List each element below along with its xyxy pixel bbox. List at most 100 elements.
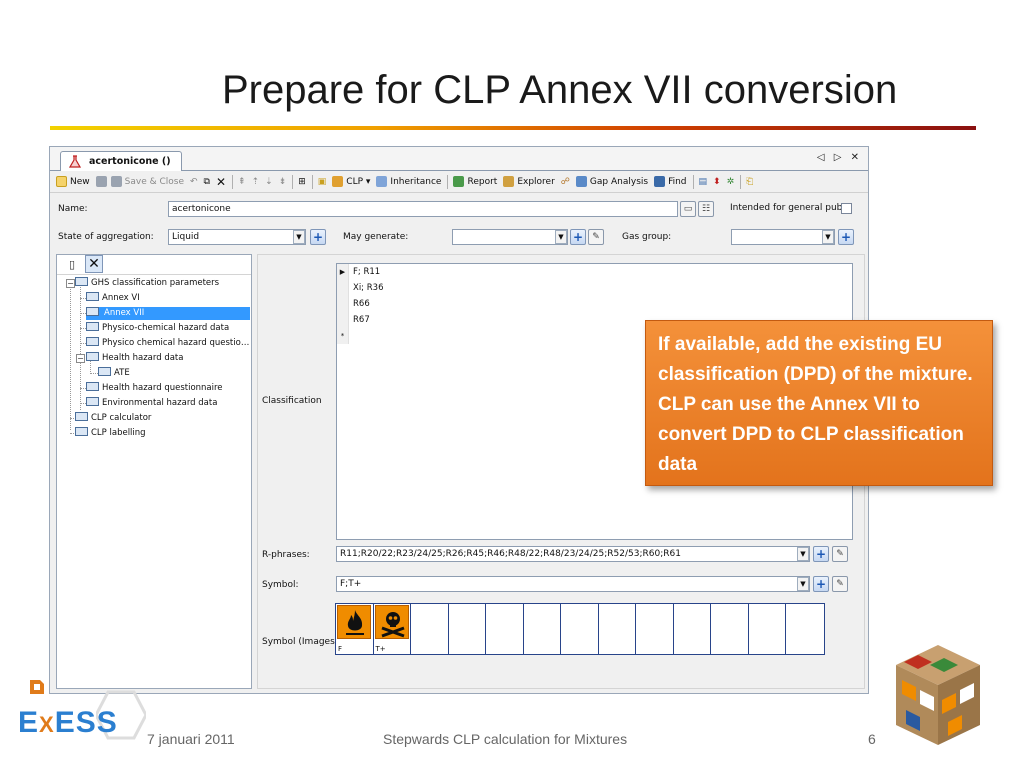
tree-item[interactable]: Health hazard questionnaire — [86, 382, 223, 395]
chevron-down-icon[interactable]: ▼ — [797, 577, 809, 591]
lock-icon[interactable]: ▣ — [318, 177, 327, 187]
chevron-down-icon[interactable]: ▼ — [293, 230, 305, 244]
footer-date: 7 januari 2011 — [147, 731, 235, 747]
move-bottom-icon[interactable]: ⇟ — [279, 177, 287, 187]
copy-icon[interactable]: ⧉ — [204, 177, 210, 187]
symbol-image-cell[interactable] — [636, 604, 674, 654]
collapse-icon[interactable]: − — [66, 279, 75, 288]
tree-item[interactable]: GHS classification parameters — [75, 277, 219, 290]
document-icon[interactable]: ▤ — [699, 177, 708, 187]
gas-group-label: Gas group: — [622, 232, 672, 242]
symbol-image-cell[interactable]: F — [336, 604, 374, 654]
tree-item[interactable]: Annex VI — [86, 292, 140, 305]
explorer-button-label: Explorer — [517, 176, 555, 187]
symbol-image-cell[interactable]: T+ — [374, 604, 411, 654]
exit-icon[interactable]: ⎗ — [746, 177, 753, 187]
footer-title: Stepwards CLP calculation for Mixtures — [383, 731, 628, 747]
symbol-image-cell[interactable] — [674, 604, 711, 654]
clp-button[interactable]: CLP ▾ — [332, 176, 370, 187]
symbol-field[interactable]: F;T+ — [336, 576, 810, 592]
hazard-cube-icon — [896, 645, 980, 745]
tree-item[interactable]: CLP labelling — [75, 427, 146, 440]
inheritance-button[interactable]: Inheritance — [376, 176, 441, 187]
chevron-down-icon[interactable]: ▼ — [797, 547, 809, 561]
tree-item[interactable]: Health hazard data — [86, 352, 183, 365]
may-generate-edit-icon[interactable]: ✎ — [588, 229, 604, 245]
undo-icon[interactable]: ↶ — [190, 177, 198, 187]
symbol-image-cell[interactable] — [449, 604, 486, 654]
new-button[interactable]: New — [56, 176, 90, 187]
r-phrases-edit-icon[interactable]: ✎ — [832, 546, 848, 562]
may-generate-add-button[interactable]: + — [570, 229, 586, 245]
symbol-image-cell[interactable] — [599, 604, 636, 654]
symbol-image-cell[interactable] — [411, 604, 449, 654]
find-button[interactable]: Find — [654, 176, 687, 187]
name-lookup-icon[interactable]: ☷ — [698, 201, 714, 217]
symbol-image-cell[interactable] — [524, 604, 561, 654]
delete-icon[interactable]: ✕ — [216, 175, 226, 189]
sort-icon[interactable]: ⬍ — [713, 177, 721, 187]
node-icon — [86, 382, 99, 391]
page-number: 6 — [868, 731, 876, 747]
grid-row[interactable]: ▶ F; R11 — [337, 264, 852, 280]
grid-row[interactable]: Xi; R36 — [337, 280, 852, 296]
toolbar-separator — [292, 174, 294, 189]
collapse-icon[interactable]: − — [76, 354, 85, 363]
gap-analysis-button[interactable]: Gap Analysis — [575, 176, 648, 187]
tree-guide — [80, 285, 81, 410]
state-select[interactable]: Liquid — [168, 229, 306, 245]
may-generate-select[interactable] — [452, 229, 568, 245]
symbol-images-strip[interactable]: F T+ — [335, 603, 825, 655]
symbol-edit-icon[interactable]: ✎ — [832, 576, 848, 592]
chevron-down-icon[interactable]: ▼ — [822, 230, 834, 244]
report-button[interactable]: Report — [453, 176, 497, 187]
tree-toolbar: ▯ ✕ — [57, 255, 251, 275]
symbol-image-cell[interactable] — [749, 604, 786, 654]
tree-item[interactable]: ATE — [98, 367, 130, 380]
node-icon — [86, 322, 99, 331]
add-child-icon[interactable]: ⊞ — [298, 177, 306, 187]
save-close-label: Save & Close — [124, 176, 184, 187]
chevron-down-icon[interactable]: ▼ — [555, 230, 567, 244]
r-phrases-field[interactable]: R11;R20/22;R23/24/25;R26;R45;R46;R48/22;… — [336, 546, 810, 562]
document-tab[interactable]: acertonicone () — [60, 151, 182, 171]
delete-node-icon[interactable]: ✕ — [85, 255, 103, 273]
symbol-image-cell[interactable] — [561, 604, 599, 654]
save-close-button[interactable]: Save & Close — [110, 176, 184, 187]
state-add-button[interactable]: + — [310, 229, 326, 245]
public-checkbox[interactable] — [841, 203, 852, 214]
gas-group-add-button[interactable]: + — [838, 229, 854, 245]
move-up-icon[interactable]: ⇡ — [252, 177, 260, 187]
new-node-icon[interactable]: ▯ — [69, 258, 75, 271]
r-phrases-add-button[interactable]: + — [813, 546, 829, 562]
gas-group-select[interactable] — [731, 229, 835, 245]
tree-item[interactable]: Physico chemical hazard questio… — [86, 337, 249, 350]
toolbar-separator — [232, 174, 234, 189]
node-icon — [75, 427, 88, 436]
save-icon[interactable] — [95, 176, 107, 187]
find-icon — [654, 176, 666, 187]
explorer-button[interactable]: Explorer — [503, 176, 555, 187]
clp-icon — [332, 176, 344, 187]
tree-item[interactable]: Physico-chemical hazard data — [86, 322, 229, 335]
tab-navigation-controls[interactable]: ◁ ▷ ✕ — [817, 152, 862, 163]
tree-item-selected[interactable]: Annex VII — [86, 307, 250, 320]
symbol-image-cell[interactable] — [486, 604, 524, 654]
grid-row[interactable]: R66 — [337, 296, 852, 312]
name-field[interactable]: acertonicone — [168, 201, 678, 217]
move-down-icon[interactable]: ⇣ — [265, 177, 273, 187]
tools-icon[interactable]: ✲ — [727, 177, 735, 187]
move-top-icon[interactable]: ⇞ — [238, 177, 246, 187]
node-icon — [75, 277, 88, 286]
tree-item[interactable]: Environmental hazard data — [86, 397, 217, 410]
symbol-add-button[interactable]: + — [813, 576, 829, 592]
node-icon — [86, 307, 99, 316]
node-icon — [86, 352, 99, 361]
symbol-image-cell[interactable] — [786, 604, 824, 654]
symbol-image-cell[interactable] — [711, 604, 749, 654]
node-icon — [75, 412, 88, 421]
explorer-icon — [503, 176, 515, 187]
name-edit-icon[interactable]: ▭ — [680, 201, 696, 217]
people-icon[interactable]: ☍ — [561, 177, 570, 187]
tree-item[interactable]: CLP calculator — [75, 412, 151, 425]
